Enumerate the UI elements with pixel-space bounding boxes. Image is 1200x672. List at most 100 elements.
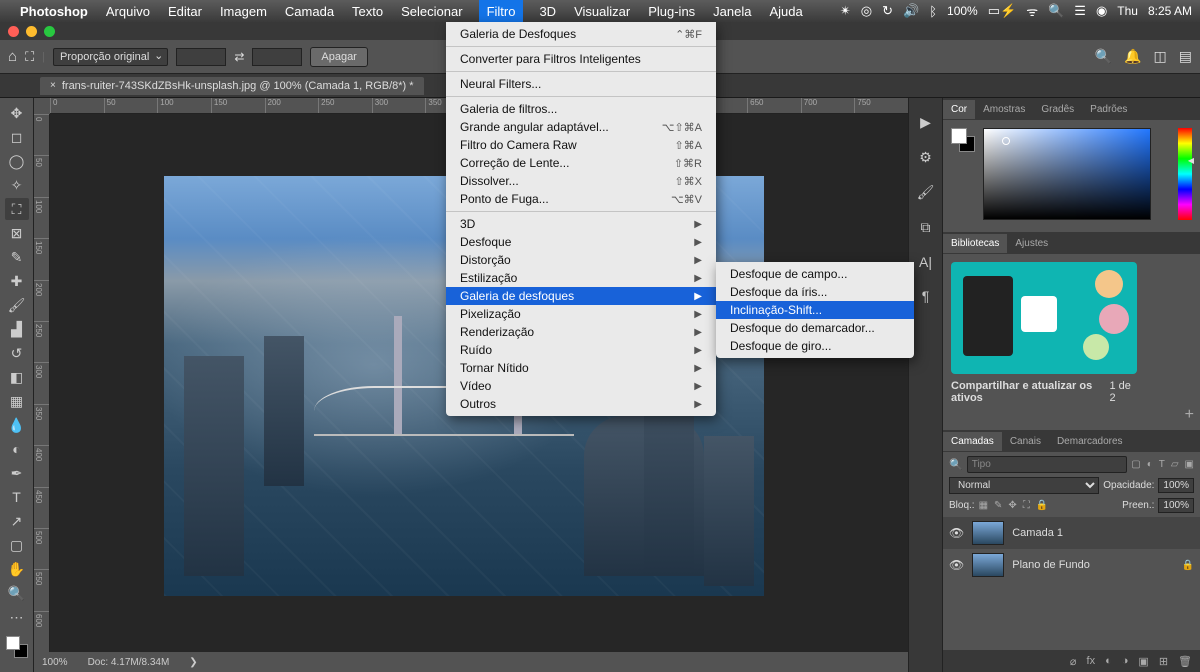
menu-3d[interactable]: 3D bbox=[537, 4, 558, 19]
history-icon[interactable]: ⧉ bbox=[921, 219, 931, 236]
menu-filter-gallery[interactable]: Galeria de filtros... bbox=[446, 100, 716, 118]
eyedropper-tool[interactable]: ✎ bbox=[5, 246, 29, 268]
layer-filter[interactable]: Tipo bbox=[967, 456, 1128, 473]
history-brush-tool[interactable]: ↺ bbox=[5, 342, 29, 364]
home-icon[interactable]: ⌂ bbox=[8, 48, 17, 65]
new-layer-icon[interactable]: ⊞ bbox=[1159, 655, 1168, 668]
color-swatch[interactable] bbox=[6, 636, 28, 658]
ruler-origin[interactable] bbox=[34, 98, 50, 114]
opacity-value[interactable]: 100% bbox=[1158, 478, 1194, 493]
blur-field[interactable]: Desfoque de campo... bbox=[716, 265, 914, 283]
tab-padroes[interactable]: Padrões bbox=[1082, 100, 1135, 119]
tab-ajustes[interactable]: Ajustes bbox=[1007, 234, 1056, 253]
brush-tool[interactable]: 🖌 bbox=[5, 294, 29, 316]
gradient-tool[interactable]: ▦ bbox=[5, 390, 29, 412]
tab-canais[interactable]: Canais bbox=[1002, 432, 1049, 451]
spotlight-icon[interactable]: ✴︎ bbox=[840, 3, 851, 19]
brush-preset-icon[interactable]: 🖌 bbox=[917, 184, 935, 201]
submenu-3d[interactable]: 3D▶ bbox=[446, 215, 716, 233]
menu-plugins[interactable]: Plug-ins bbox=[646, 4, 697, 19]
menu-neural-filters[interactable]: Neural Filters... bbox=[446, 75, 716, 93]
menu-selecionar[interactable]: Selecionar bbox=[399, 4, 464, 19]
lock-all-icon[interactable]: 🔒 bbox=[1036, 500, 1048, 511]
document-tab[interactable]: × frans-ruiter-743SKdZBsHk-unsplash.jpg … bbox=[40, 77, 424, 95]
lasso-tool[interactable]: ◯ bbox=[5, 150, 29, 172]
character-icon[interactable]: A| bbox=[919, 254, 932, 270]
panel-color-swatch[interactable] bbox=[951, 128, 975, 152]
menu-visualizar[interactable]: Visualizar bbox=[572, 4, 632, 19]
close-tab-icon[interactable]: × bbox=[50, 80, 56, 91]
menu-vanishing-point[interactable]: Ponto de Fuga...⌥⌘V bbox=[446, 190, 716, 208]
zoom-level[interactable]: 100% bbox=[42, 657, 68, 668]
menu-adaptive-wide[interactable]: Grande angular adaptável...⌥⇧⌘A bbox=[446, 118, 716, 136]
layer-name[interactable]: Plano de Fundo bbox=[1012, 559, 1090, 571]
tab-demarcadores[interactable]: Demarcadores bbox=[1049, 432, 1131, 451]
menu-lens-correction[interactable]: Correção de Lente...⇧⌘R bbox=[446, 154, 716, 172]
hand-tool[interactable]: ✋ bbox=[5, 558, 29, 580]
fg-color[interactable] bbox=[6, 636, 20, 650]
layer-thumbnail[interactable] bbox=[972, 553, 1004, 577]
group-icon[interactable]: ▣ bbox=[1138, 655, 1148, 668]
bluetooth-icon[interactable]: ᛒ bbox=[929, 4, 937, 19]
adjustment-icon[interactable]: ◑ bbox=[1122, 655, 1129, 667]
siri-icon[interactable]: ◉ bbox=[1096, 3, 1107, 19]
menu-camada[interactable]: Camada bbox=[283, 4, 336, 19]
marquee-tool[interactable]: ◻ bbox=[5, 126, 29, 148]
submenu-distort[interactable]: Distorção▶ bbox=[446, 251, 716, 269]
tab-grades[interactable]: Gradês bbox=[1033, 100, 1082, 119]
menu-filtro[interactable]: Filtro bbox=[479, 0, 524, 22]
zoom-tool[interactable]: 🔍 bbox=[5, 582, 29, 604]
crop-tool-icon[interactable]: ⛶ bbox=[25, 49, 34, 65]
battery-icon[interactable]: ▭⚡ bbox=[988, 3, 1016, 19]
search-icon[interactable]: 🔍 bbox=[1048, 3, 1064, 19]
status-arrow-icon[interactable]: ❯ bbox=[189, 657, 197, 668]
visibility-icon[interactable]: 👁 bbox=[949, 526, 964, 540]
ratio-width-input[interactable] bbox=[176, 48, 226, 66]
share-icon[interactable]: 🔔 bbox=[1124, 48, 1141, 65]
layer-item[interactable]: 👁 Camada 1 bbox=[943, 517, 1200, 549]
blur-path[interactable]: Desfoque do demarcador... bbox=[716, 319, 914, 337]
blur-iris[interactable]: Desfoque da íris... bbox=[716, 283, 914, 301]
edit-toolbar[interactable]: ⋯ bbox=[5, 606, 29, 628]
menu-convert-smart[interactable]: Converter para Filtros Inteligentes bbox=[446, 50, 716, 68]
control-center-icon[interactable]: ☰ bbox=[1074, 3, 1086, 19]
clear-button[interactable]: Apagar bbox=[310, 47, 367, 67]
shape-tool[interactable]: ▢ bbox=[5, 534, 29, 556]
blur-tilt-shift[interactable]: Inclinação-Shift... bbox=[716, 301, 914, 319]
submenu-render[interactable]: Renderização▶ bbox=[446, 323, 716, 341]
lock-position-icon[interactable]: ✥ bbox=[1008, 500, 1016, 511]
close-window[interactable] bbox=[8, 26, 19, 37]
ruler-vertical[interactable]: 050100150200250300350400450500550600 bbox=[34, 114, 50, 652]
submenu-noise[interactable]: Ruído▶ bbox=[446, 341, 716, 359]
type-tool[interactable]: T bbox=[5, 486, 29, 508]
ratio-dropdown[interactable]: Proporção original bbox=[53, 48, 168, 66]
submenu-video[interactable]: Vídeo▶ bbox=[446, 377, 716, 395]
filter-type-icon[interactable]: T bbox=[1159, 459, 1165, 470]
menu-recent-filter[interactable]: Galeria de Desfoques⌃⌘F bbox=[446, 25, 716, 43]
submenu-stylize[interactable]: Estilização▶ bbox=[446, 269, 716, 287]
tab-cor[interactable]: Cor bbox=[943, 100, 975, 119]
path-tool[interactable]: ↗ bbox=[5, 510, 29, 532]
lock-brush-icon[interactable]: ✎ bbox=[994, 500, 1002, 511]
wand-tool[interactable]: ✧ bbox=[5, 174, 29, 196]
submenu-pixelate[interactable]: Pixelização▶ bbox=[446, 305, 716, 323]
filter-shape-icon[interactable]: ▱ bbox=[1171, 459, 1179, 470]
menu-arquivo[interactable]: Arquivo bbox=[104, 4, 152, 19]
eraser-tool[interactable]: ◧ bbox=[5, 366, 29, 388]
menu-ajuda[interactable]: Ajuda bbox=[767, 4, 804, 19]
sync-icon[interactable]: ↻ bbox=[882, 3, 893, 19]
delete-layer-icon[interactable]: 🗑 bbox=[1178, 655, 1192, 668]
blur-spin[interactable]: Desfoque de giro... bbox=[716, 337, 914, 355]
tab-bibliotecas[interactable]: Bibliotecas bbox=[943, 234, 1007, 253]
dodge-tool[interactable]: ◐ bbox=[5, 438, 29, 460]
maximize-window[interactable] bbox=[44, 26, 55, 37]
lock-pixels-icon[interactable]: ▦ bbox=[979, 500, 988, 511]
workspace-icon[interactable]: ◫ bbox=[1154, 48, 1167, 65]
wifi-icon[interactable]: ᯤ bbox=[1026, 2, 1038, 20]
pen-tool[interactable]: ✒ bbox=[5, 462, 29, 484]
color-cursor[interactable] bbox=[1002, 137, 1010, 145]
app-name[interactable]: Photoshop bbox=[18, 4, 90, 19]
play-icon[interactable]: ▶ bbox=[920, 114, 931, 131]
tab-amostras[interactable]: Amostras bbox=[975, 100, 1033, 119]
frame-tool[interactable]: ⊠ bbox=[5, 222, 29, 244]
